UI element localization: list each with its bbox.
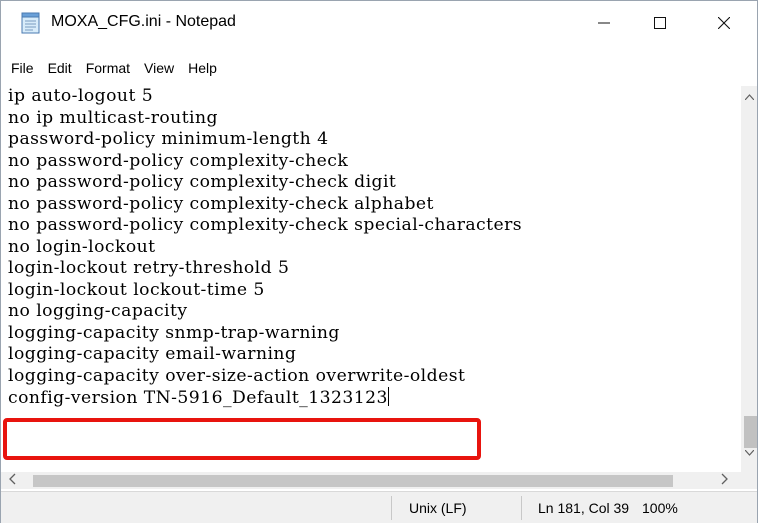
text-caret <box>387 387 389 406</box>
minimize-button[interactable] <box>581 1 627 45</box>
window-title: MOXA_CFG.ini - Notepad <box>51 13 236 30</box>
title-bar[interactable]: MOXA_CFG.ini - Notepad <box>1 1 757 45</box>
notepad-icon <box>21 12 40 34</box>
text-line: logging-capacity snmp-trap-warning <box>8 322 340 343</box>
menu-format[interactable]: Format <box>79 60 137 76</box>
scroll-down-icon[interactable] <box>745 450 754 456</box>
menu-edit[interactable]: Edit <box>41 60 79 76</box>
scroll-right-icon[interactable] <box>721 473 728 485</box>
text-line: no password-policy complexity-check digi… <box>8 172 397 192</box>
text-line: logging-capacity email-warning <box>8 344 297 364</box>
text-line: login-lockout lockout-time 5 <box>8 279 265 300</box>
close-button[interactable] <box>701 1 747 45</box>
minimize-icon <box>598 22 610 24</box>
current-line: config-version TN-5916_Default_1323123 <box>8 387 742 409</box>
notepad-window: MOXA_CFG.ini - Notepad File Edit Format … <box>0 0 758 523</box>
vertical-scroll-thumb[interactable] <box>744 416 757 448</box>
zoom-status: 100% <box>642 500 678 516</box>
menu-file[interactable]: File <box>1 60 41 76</box>
line-ending-status: Unix (LF) <box>409 500 467 516</box>
menu-help[interactable]: Help <box>181 60 224 76</box>
maximize-button[interactable] <box>637 1 683 45</box>
status-separator <box>391 496 392 520</box>
text-line: no logging-capacity <box>8 301 188 321</box>
scroll-left-icon[interactable] <box>9 473 16 485</box>
text-line: no password-policy complexity-check <box>8 150 349 171</box>
text-line: login-lockout retry-threshold 5 <box>8 258 290 278</box>
status-separator <box>521 496 522 520</box>
text-line: no ip multicast-routing <box>8 107 218 128</box>
scrollbar-corner <box>741 472 757 489</box>
text-line: no password-policy complexity-check spec… <box>8 215 523 235</box>
text-line: password-policy minimum-length 4 <box>8 129 329 149</box>
text-editor[interactable]: ip auto-logout 5 no ip multicast-routing… <box>8 86 742 472</box>
horizontal-scroll-thumb[interactable] <box>33 475 673 487</box>
close-icon <box>718 17 730 29</box>
config-version-line: config-version TN-5916_Default_1323123 <box>8 388 388 408</box>
maximize-icon <box>654 17 666 29</box>
menu-bar: File Edit Format View Help <box>1 55 757 81</box>
menu-view[interactable]: View <box>137 60 181 76</box>
text-line: ip auto-logout 5 <box>8 86 154 106</box>
text-line: logging-capacity over-size-action overwr… <box>8 365 466 386</box>
text-line: no login-lockout <box>8 236 156 257</box>
vertical-scrollbar[interactable] <box>741 86 757 472</box>
cursor-position-status: Ln 181, Col 39 <box>538 500 630 516</box>
horizontal-scrollbar[interactable] <box>1 472 741 489</box>
scroll-up-icon[interactable] <box>745 94 754 100</box>
text-line: no password-policy complexity-check alph… <box>8 193 434 214</box>
status-bar: Unix (LF) Ln 181, Col 39 100% <box>1 491 757 523</box>
